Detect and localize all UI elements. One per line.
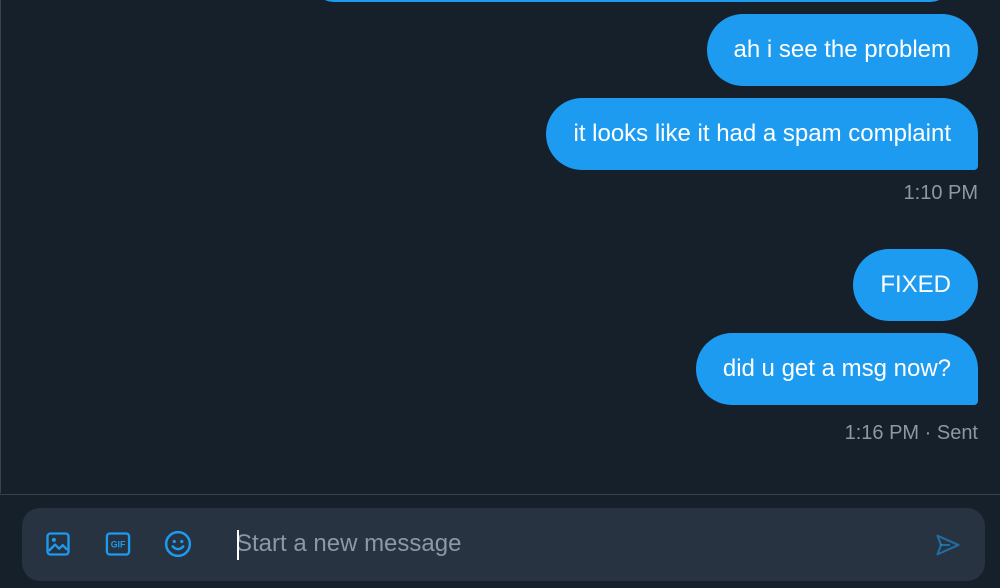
message-bubble-sent[interactable]: it looks like it had a spam complaint <box>546 98 978 170</box>
image-icon <box>46 532 70 556</box>
add-emoji-button[interactable] <box>162 528 194 560</box>
send-icon <box>936 534 960 556</box>
gif-badge-text: GIF <box>111 540 126 550</box>
message-bubble-sent[interactable]: FIXED <box>853 249 978 321</box>
panel-left-border <box>0 0 1 493</box>
add-gif-button[interactable]: GIF <box>102 528 134 560</box>
message-bubble-sent[interactable]: did u get a msg now? <box>695 333 978 405</box>
text-cursor <box>237 530 239 560</box>
message-timestamp-status: 1:16 PM · Sent <box>844 422 978 444</box>
message-input[interactable] <box>236 522 916 566</box>
send-button[interactable] <box>931 528 965 562</box>
dm-conversation-view: ah i see the problem it looks like it ha… <box>0 0 1000 588</box>
message-timestamp: 1:10 PM <box>903 182 978 204</box>
composer-divider <box>0 494 1000 495</box>
gif-icon: GIF <box>105 532 131 556</box>
message-bubble-previous-partial[interactable] <box>312 0 952 2</box>
message-bubble-sent[interactable]: ah i see the problem <box>706 14 978 86</box>
message-composer: GIF <box>22 508 985 581</box>
emoji-icon <box>164 530 192 558</box>
add-media-button[interactable] <box>42 528 74 560</box>
